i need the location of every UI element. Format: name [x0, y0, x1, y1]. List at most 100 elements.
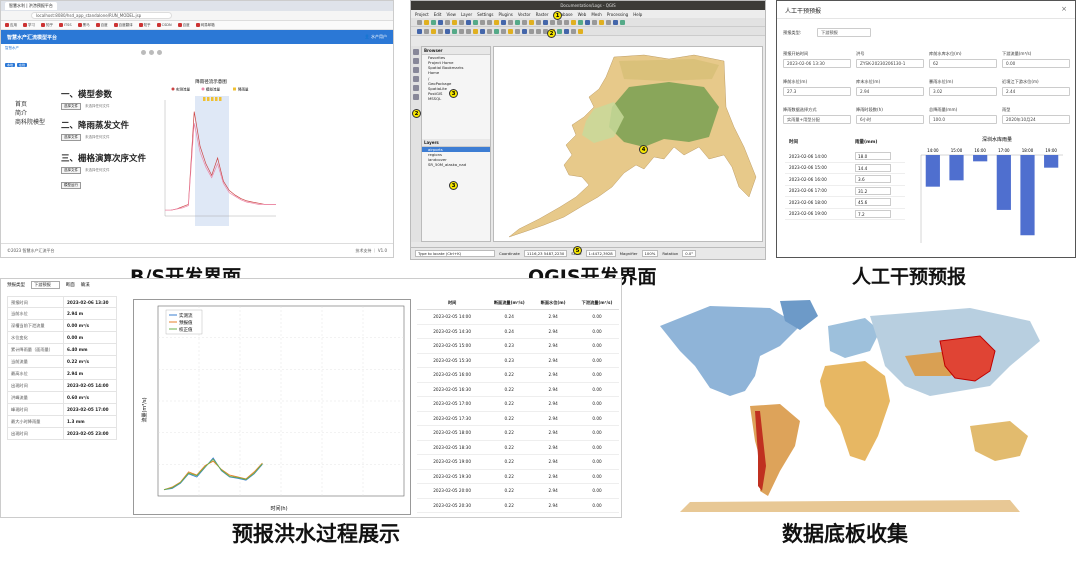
- tool-icon[interactable]: [543, 19, 548, 25]
- menu-edit[interactable]: Edit: [434, 12, 442, 17]
- bookmark-9[interactable]: 百度: [177, 23, 190, 28]
- rain-value-input[interactable]: 18.0: [855, 152, 891, 161]
- tool-icon[interactable]: [501, 19, 506, 25]
- section-value[interactable]: 确溪: [81, 282, 90, 288]
- menu-view[interactable]: View: [446, 12, 456, 17]
- user-icon[interactable]: [141, 50, 146, 55]
- menu-raster[interactable]: Raster: [536, 12, 549, 17]
- choose-file-button-2[interactable]: 选择文件: [61, 134, 81, 141]
- tool-icon[interactable]: [536, 19, 541, 25]
- bookmark-3[interactable]: ITSS: [59, 23, 72, 27]
- tool-icon[interactable]: [466, 28, 471, 34]
- user-menu[interactable]: 👤 水产用户: [365, 34, 387, 40]
- rain-value-input[interactable]: 14.4: [855, 163, 891, 172]
- rain-value-input[interactable]: 3.6: [855, 175, 891, 184]
- tool-icon[interactable]: [466, 19, 471, 25]
- menu-layer[interactable]: Layer: [461, 12, 472, 17]
- tool-icon[interactable]: [494, 19, 499, 25]
- tool-icon[interactable]: [424, 19, 429, 25]
- menu-plugins[interactable]: Plugins: [499, 12, 513, 17]
- add-csv-icon[interactable]: [413, 85, 419, 91]
- tool-icon[interactable]: [599, 19, 604, 25]
- menu-project[interactable]: Project: [415, 12, 429, 17]
- tool-icon[interactable]: [473, 19, 478, 25]
- menu-help[interactable]: Help: [633, 12, 642, 17]
- tool-icon[interactable]: [508, 19, 513, 25]
- nav-model[interactable]: 商科院模型: [15, 118, 65, 127]
- tool-icon[interactable]: [445, 19, 450, 25]
- field-input[interactable]: 2023-02-06 13:30: [783, 59, 851, 68]
- field-input[interactable]: 2.44: [1002, 87, 1070, 96]
- tool-icon[interactable]: [424, 28, 429, 34]
- add-raster-icon[interactable]: [413, 58, 419, 64]
- menu-web[interactable]: Web: [578, 12, 587, 17]
- tool-icon[interactable]: [431, 19, 436, 25]
- bookmark-7[interactable]: 知乎: [138, 23, 151, 28]
- field-input[interactable]: 6小时: [856, 115, 924, 124]
- field-input[interactable]: 27.3: [783, 87, 851, 96]
- type-select[interactable]: 下游预报: [817, 28, 871, 37]
- tool-icon[interactable]: [438, 28, 443, 34]
- run-model-button[interactable]: 模型运行: [61, 182, 81, 189]
- field-input[interactable]: 实雨量+用型分配: [783, 115, 851, 124]
- add-vector-icon[interactable]: [413, 49, 419, 55]
- tool-icon[interactable]: [445, 28, 450, 34]
- field-input[interactable]: 62: [929, 59, 997, 68]
- bookmark-10[interactable]: 网易邮箱: [195, 23, 215, 28]
- tool-icon[interactable]: [564, 28, 569, 34]
- tool-icon[interactable]: [515, 28, 520, 34]
- field-input[interactable]: 0.00: [1002, 59, 1070, 68]
- layer-item[interactable]: SR_50M_alaska_nad: [422, 162, 490, 167]
- tool-icon[interactable]: [529, 19, 534, 25]
- info-icon[interactable]: [157, 50, 162, 55]
- tool-icon[interactable]: [585, 19, 590, 25]
- rain-value-input[interactable]: 45.6: [855, 198, 891, 207]
- tool-icon[interactable]: [550, 19, 555, 25]
- rain-value-input[interactable]: 31.2: [855, 186, 891, 195]
- tool-icon[interactable]: [515, 19, 520, 25]
- bookmark-8[interactable]: CSDN: [156, 23, 172, 27]
- tag-local[interactable]: 本地: [5, 63, 16, 67]
- tool-icon[interactable]: [473, 28, 478, 34]
- tool-icon[interactable]: [571, 28, 576, 34]
- alaska-map[interactable]: [494, 47, 764, 243]
- bookmark-4[interactable]: 黑马: [77, 23, 90, 28]
- tool-icon[interactable]: [480, 28, 485, 34]
- rotation-value[interactable]: 0.0°: [682, 250, 697, 257]
- tool-icon[interactable]: [459, 28, 464, 34]
- tool-icon[interactable]: [487, 28, 492, 34]
- add-mesh-icon[interactable]: [413, 94, 419, 100]
- field-input[interactable]: ZYSK-20230206130-1: [856, 59, 924, 68]
- tool-icon[interactable]: [557, 19, 562, 25]
- rain-value-input[interactable]: 7.2: [855, 209, 891, 218]
- tool-icon[interactable]: [431, 28, 436, 34]
- qgis-map-canvas[interactable]: [493, 46, 763, 242]
- menu-mesh[interactable]: Mesh: [591, 12, 602, 17]
- tool-icon[interactable]: [620, 19, 625, 25]
- tool-icon[interactable]: [417, 28, 422, 34]
- url-text[interactable]: localhost:8080/hsd_app_standalone/RUN_MO…: [31, 12, 173, 19]
- locator-search[interactable]: Type to locate (Ctrl+K): [415, 250, 495, 257]
- tool-icon[interactable]: [501, 28, 506, 34]
- tool-icon[interactable]: [536, 28, 541, 34]
- menu-processing[interactable]: Processing: [607, 12, 628, 17]
- field-input[interactable]: 2.94: [856, 87, 924, 96]
- field-input[interactable]: 2020年10月24: [1002, 115, 1070, 124]
- nav-intro[interactable]: 简介: [15, 109, 65, 118]
- tool-icon[interactable]: [578, 19, 583, 25]
- field-input[interactable]: 100.0: [929, 115, 997, 124]
- tool-icon[interactable]: [487, 19, 492, 25]
- bookmark-5[interactable]: 百度: [95, 23, 108, 28]
- add-db-icon[interactable]: [413, 67, 419, 73]
- menu-settings[interactable]: Settings: [477, 12, 493, 17]
- tool-icon[interactable]: [417, 19, 422, 25]
- tool-icon[interactable]: [508, 28, 513, 34]
- choose-file-button-1[interactable]: 选择文件: [61, 103, 81, 110]
- browser-tab[interactable]: 智慧水利 | 洪涝预报平台: [5, 2, 57, 10]
- address-bar[interactable]: localhost:8080/hsd_app_standalone/RUN_MO…: [1, 11, 393, 21]
- tool-icon[interactable]: [592, 19, 597, 25]
- add-wms-icon[interactable]: [413, 76, 419, 82]
- bookmark-6[interactable]: 百度翻译: [113, 23, 133, 28]
- doc-icon[interactable]: [149, 50, 154, 55]
- nav-home[interactable]: 首页: [15, 100, 65, 109]
